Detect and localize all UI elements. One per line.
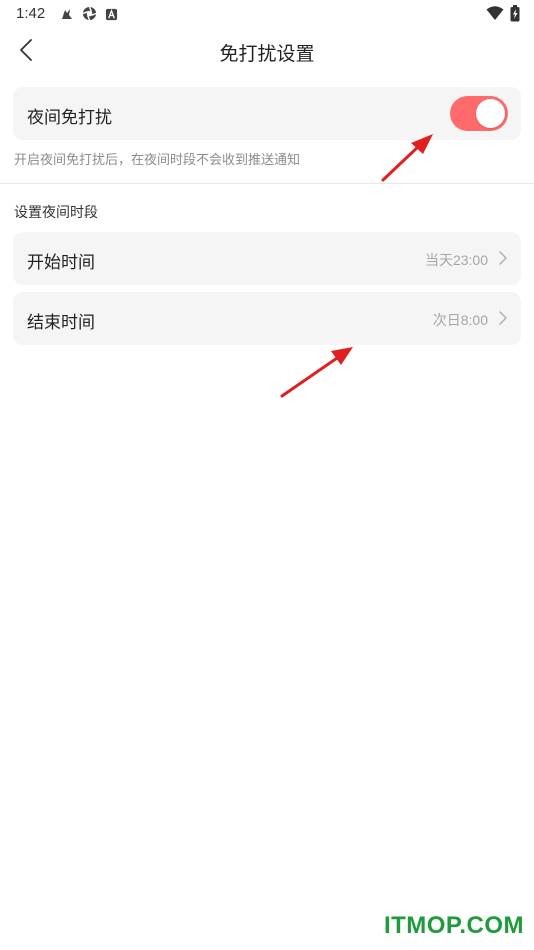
wifi-icon bbox=[486, 6, 504, 25]
app-header: 免打扰设置 bbox=[0, 28, 534, 76]
status-time: 1:42 bbox=[16, 5, 46, 22]
start-time-label: 开始时间 bbox=[27, 253, 95, 273]
night-dnd-label: 夜间免打扰 bbox=[27, 108, 112, 128]
end-time-value: 次日8:00 bbox=[432, 312, 488, 328]
app-badge-icon bbox=[105, 6, 118, 25]
toggle-knob bbox=[476, 99, 505, 128]
page-title: 免打扰设置 bbox=[219, 43, 315, 65]
night-dnd-hint: 开启夜间免打扰后，在夜间时段不会收到推送通知 bbox=[14, 153, 301, 168]
status-right-icons bbox=[486, 5, 520, 26]
status-left-icons bbox=[60, 6, 118, 25]
start-time-value: 当天23:00 bbox=[424, 252, 488, 268]
battery-charging-icon bbox=[510, 5, 520, 26]
chevron-right-icon bbox=[497, 310, 509, 326]
night-dnd-toggle[interactable] bbox=[450, 96, 508, 131]
end-time-row[interactable]: 结束时间 次日8:00 bbox=[13, 292, 521, 345]
notification-bird-icon bbox=[60, 6, 74, 25]
annotation-arrow-toggle bbox=[381, 134, 433, 182]
status-bar: 1:42 bbox=[0, 0, 534, 28]
section-label: 设置夜间时段 bbox=[14, 205, 98, 221]
divider bbox=[0, 183, 534, 184]
night-dnd-card: 夜间免打扰 bbox=[13, 87, 521, 140]
annotation-arrow-time bbox=[280, 347, 353, 398]
aperture-icon bbox=[82, 6, 97, 25]
end-time-label: 结束时间 bbox=[27, 313, 95, 333]
chevron-right-icon bbox=[497, 250, 509, 266]
annotation-arrows bbox=[280, 134, 433, 398]
watermark: ITMOP.COM bbox=[383, 912, 524, 939]
start-time-row[interactable]: 开始时间 当天23:00 bbox=[13, 232, 521, 285]
